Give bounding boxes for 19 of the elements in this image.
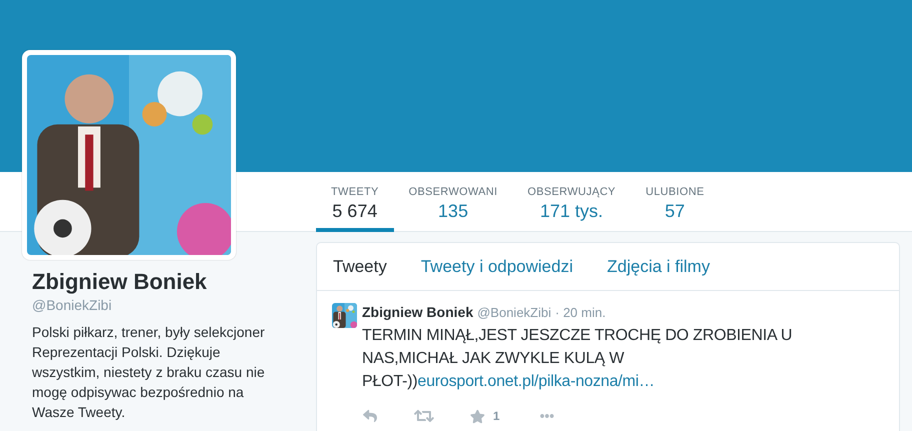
retweet-icon[interactable] xyxy=(414,408,434,424)
profile-bio: Polski piłkarz, trener, były selekcjoner Reprezentacji Polski. Dziękuje wszystkim, niestety z braku czasu nie mogę odpisywac bezpośrednio na Wasze Tweety. xyxy=(32,323,266,422)
timeline-tab[interactable]: Tweety xyxy=(333,254,387,280)
tweet-time[interactable]: · 20 min. xyxy=(555,304,606,322)
tweet-link[interactable]: eurosport.onet.pl/pilka-nozna/mi… xyxy=(418,373,655,390)
timeline-tab[interactable]: Zdjęcia i filmy xyxy=(607,254,710,280)
tweet-handle[interactable]: @BoniekZibi xyxy=(477,304,552,322)
tweet-text: TERMIN MINĄŁ,JEST JESZCZE TROCHĘ DO ZROBIENIA U NAS,MICHAŁ JAK ZWYKLE KULĄ W PŁOT-))eurosport.onet.pl/pilka-nozna/mi… xyxy=(362,326,794,392)
profile-name: Zbigniew Boniek xyxy=(32,268,208,296)
stat-tab[interactable]: TWEETY 5 674 xyxy=(316,172,394,232)
stat-tab[interactable]: OBSERWUJĄCY 171 tys. xyxy=(512,172,631,232)
reply-icon[interactable] xyxy=(362,409,378,423)
stat-tab[interactable]: OBSERWOWANI 135 xyxy=(394,172,513,232)
tweet-author[interactable]: Zbigniew Boniek xyxy=(362,303,474,321)
favorite-icon[interactable] xyxy=(470,408,485,424)
stat-tab[interactable]: ULUBIONE 57 xyxy=(630,172,720,232)
timeline-tab[interactable]: Tweety i odpowiedzi xyxy=(420,254,573,280)
profile-handle[interactable]: @BoniekZibi xyxy=(32,296,286,314)
favorite-count: 1 xyxy=(493,408,500,425)
